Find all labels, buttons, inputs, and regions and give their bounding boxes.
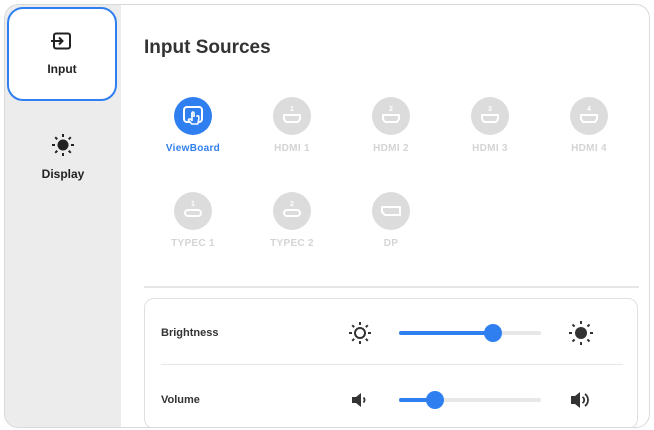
source-label: HDMI 3 <box>472 143 508 154</box>
volume-label: Volume <box>161 394 200 406</box>
volume-high-icon <box>571 392 589 408</box>
brightness-low-icon <box>349 322 371 344</box>
settings-card: Brightness Volume <box>144 298 638 427</box>
page-title: Input Sources <box>144 37 271 58</box>
source-label: TYPEC 2 <box>270 238 314 249</box>
source-hdmi-4[interactable]: 4 HDMI 4 <box>553 97 625 154</box>
svg-text:1: 1 <box>290 106 294 113</box>
source-hdmi-1[interactable]: 1 HDMI 1 <box>256 97 328 154</box>
svg-text:3: 3 <box>488 106 492 113</box>
hdmi-port-icon: 2 <box>372 97 410 135</box>
slider-fill <box>399 331 493 335</box>
slider-handle[interactable] <box>483 324 502 342</box>
source-label: TYPEC 1 <box>171 238 215 249</box>
source-viewboard[interactable]: ViewBoard <box>157 97 229 154</box>
usb-c-port-icon: 2 <box>273 192 311 230</box>
brightness-slider[interactable] <box>399 324 541 342</box>
row-divider <box>161 364 623 365</box>
svg-text:2: 2 <box>290 201 294 208</box>
sidebar-item-display[interactable]: Display <box>5 117 121 197</box>
displayport-icon <box>372 192 410 230</box>
source-label: HDMI 4 <box>571 143 607 154</box>
source-label: DP <box>383 238 399 249</box>
svg-text:1: 1 <box>191 201 195 208</box>
input-icon <box>51 32 71 50</box>
settings-panel: Input Display Input Sources ViewBoard 1 … <box>4 4 650 428</box>
sidebar: Input Display <box>5 5 121 427</box>
source-dp[interactable]: DP <box>355 192 427 249</box>
hdmi-port-icon: 1 <box>273 97 311 135</box>
hdmi-port-icon: 3 <box>471 97 509 135</box>
slider-handle[interactable] <box>425 391 444 409</box>
usb-c-port-icon: 1 <box>174 192 212 230</box>
volume-low-icon <box>352 393 366 407</box>
sidebar-item-input[interactable]: Input <box>7 7 117 101</box>
svg-text:2: 2 <box>389 106 393 113</box>
viewboard-icon <box>174 97 212 135</box>
hdmi-port-icon: 4 <box>570 97 608 135</box>
source-hdmi-3[interactable]: 3 HDMI 3 <box>454 97 526 154</box>
volume-slider[interactable] <box>399 391 541 409</box>
svg-text:4: 4 <box>587 106 591 113</box>
source-label: HDMI 2 <box>373 143 409 154</box>
sidebar-item-label: Input <box>47 62 77 76</box>
source-label: HDMI 1 <box>274 143 310 154</box>
sun-icon <box>52 134 74 156</box>
section-divider <box>144 286 639 288</box>
source-label: ViewBoard <box>165 143 221 154</box>
source-typec-1[interactable]: 1 TYPEC 1 <box>157 192 229 249</box>
source-typec-2[interactable]: 2 TYPEC 2 <box>256 192 328 249</box>
brightness-label: Brightness <box>161 327 219 339</box>
brightness-high-icon <box>569 321 593 345</box>
source-hdmi-2[interactable]: 2 HDMI 2 <box>355 97 427 154</box>
sidebar-item-label: Display <box>41 167 85 181</box>
